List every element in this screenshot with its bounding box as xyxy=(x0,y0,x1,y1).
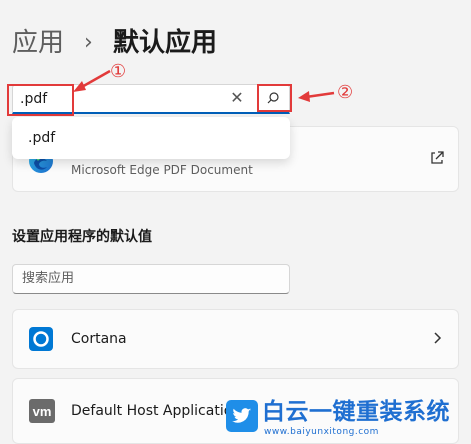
suggestion-item[interactable]: .pdf xyxy=(28,129,55,147)
breadcrumb-parent[interactable]: 应用 xyxy=(12,26,64,60)
app-name-cortana: Cortana xyxy=(71,331,127,347)
pdf-default-description: Microsoft Edge PDF Document xyxy=(71,163,253,177)
annotation-marker-2: ② xyxy=(337,82,354,103)
app-search-placeholder[interactable]: 搜索应用 xyxy=(22,270,74,288)
app-name-default-host-application: Default Host Application xyxy=(71,403,242,419)
annotation-arrow-1-icon xyxy=(73,69,111,92)
breadcrumb-separator-icon: › xyxy=(84,30,93,55)
clear-icon[interactable]: ✕ xyxy=(229,88,245,108)
watermark-text: 白云一键重装系统 xyxy=(262,399,450,425)
vm-icon: vm xyxy=(29,399,55,423)
vm-icon-label: vm xyxy=(33,404,52,419)
chevron-right-icon[interactable] xyxy=(432,328,444,348)
external-link-icon[interactable] xyxy=(429,150,445,166)
annotation-box-2 xyxy=(257,84,292,112)
section-title: 设置应用程序的默认值 xyxy=(12,229,152,245)
page-title: 默认应用 xyxy=(113,28,218,58)
annotation-arrow-2-icon xyxy=(298,91,335,102)
twitter-bird-logo xyxy=(226,400,258,432)
cortana-icon xyxy=(29,327,53,351)
annotation-marker-1: ① xyxy=(110,61,127,82)
watermark-url: www.baiyunxitong.com xyxy=(264,427,379,437)
annotation-box-1 xyxy=(7,84,74,116)
